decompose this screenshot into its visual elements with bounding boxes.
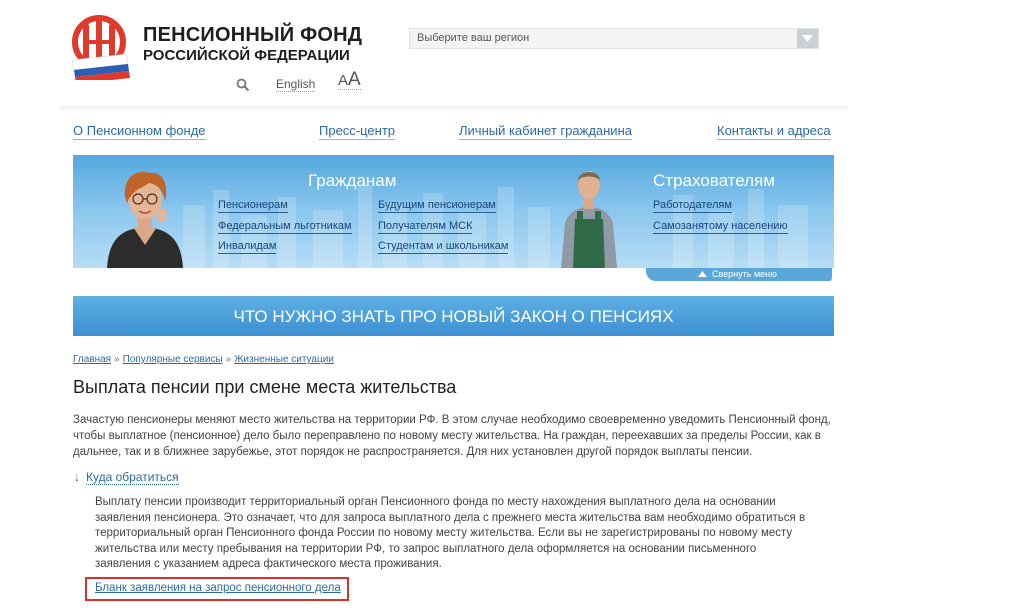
- page-title: Выплата пенсии при смене места жительств…: [73, 377, 457, 397]
- worker-man-illustration: [561, 171, 617, 268]
- hero-link-students[interactable]: Студентам и школьникам: [378, 240, 509, 254]
- search-icon[interactable]: [236, 78, 250, 92]
- font-size-small-label: A: [338, 72, 349, 89]
- org-name-line2: РОССИЙСКОЙ ФЕДЕРАЦИИ: [143, 47, 350, 64]
- breadcrumb-home[interactable]: Главная: [73, 354, 111, 365]
- breadcrumb-separator: »: [225, 354, 232, 365]
- chevron-up-icon: [698, 271, 707, 277]
- nav-about-fund[interactable]: О Пенсионном фонде: [73, 123, 206, 140]
- breadcrumb: Главная» Популярные сервисы» Жизненные сит…: [73, 354, 334, 365]
- region-select-arrow[interactable]: [797, 29, 818, 48]
- chevron-down-icon: [802, 35, 813, 42]
- hero-link-employers[interactable]: Работодателям: [653, 199, 732, 213]
- font-size-big-label: A: [348, 69, 361, 90]
- english-language-link[interactable]: English: [276, 77, 316, 92]
- region-select-value: Выберите ваш регион: [417, 32, 530, 44]
- hero-link-future-pensioners[interactable]: Будущим пенсионерам: [378, 199, 496, 213]
- hero-link-self-employed[interactable]: Самозанятому населению: [653, 220, 788, 234]
- insurers-heading: Страхователям: [653, 171, 775, 190]
- hero-link-federal-beneficiaries[interactable]: Федеральным льготникам: [218, 220, 352, 234]
- intro-paragraph: Зачастую пенсионеры меняют место жительс…: [73, 414, 831, 458]
- nav-contacts[interactable]: Контакты и адреса: [717, 123, 831, 140]
- collapse-menu-button[interactable]: Свернуть меню: [646, 268, 832, 281]
- pension-law-banner[interactable]: ЧТО НУЖНО ЗНАТЬ ПРО НОВЫЙ ЗАКОН О ПЕНСИЯ…: [73, 296, 834, 336]
- font-size-toggle[interactable]: AA: [338, 69, 361, 90]
- hero-link-disabled[interactable]: Инвалидам: [218, 240, 277, 254]
- collapse-menu-label: Свернуть меню: [712, 269, 777, 279]
- hero-link-msk-recipients[interactable]: Получателям МСК: [378, 220, 473, 234]
- where-to-apply-label: Куда обратиться: [86, 470, 179, 485]
- where-to-apply-paragraph: Выплату пенсии производит территориальны…: [95, 496, 806, 571]
- breadcrumb-life-situations[interactable]: Жизненные ситуации: [234, 354, 334, 365]
- breadcrumb-separator: »: [114, 354, 120, 365]
- arrow-down-icon: ↓: [74, 470, 80, 484]
- where-to-apply-toggle[interactable]: ↓ Куда обратиться: [74, 470, 179, 485]
- region-select[interactable]: Выберите ваш регион: [409, 28, 819, 49]
- pension-law-banner-text: ЧТО НУЖНО ЗНАТЬ ПРО НОВЫЙ ЗАКОН О ПЕНСИЯ…: [233, 307, 674, 326]
- hero-menu: Гражданам Страхователям Пенсионерам Феде…: [73, 155, 834, 268]
- nav-personal-cabinet[interactable]: Личный кабинет гражданина: [459, 123, 632, 140]
- breadcrumb-popular-services[interactable]: Популярные сервисы: [123, 354, 223, 365]
- citizens-heading: Гражданам: [308, 171, 397, 190]
- org-name-line1: ПЕНСИОННЫЙ ФОНД: [143, 24, 363, 46]
- nav-press-center[interactable]: Пресс-центр: [319, 123, 396, 140]
- header-divider: [60, 106, 848, 112]
- pensioner-woman-illustration: [107, 171, 183, 268]
- hero-link-pensioners[interactable]: Пенсионерам: [218, 199, 288, 213]
- application-form-link[interactable]: Бланк заявления на запрос пенсионного де…: [95, 582, 341, 594]
- pfr-logo[interactable]: [66, 14, 132, 84]
